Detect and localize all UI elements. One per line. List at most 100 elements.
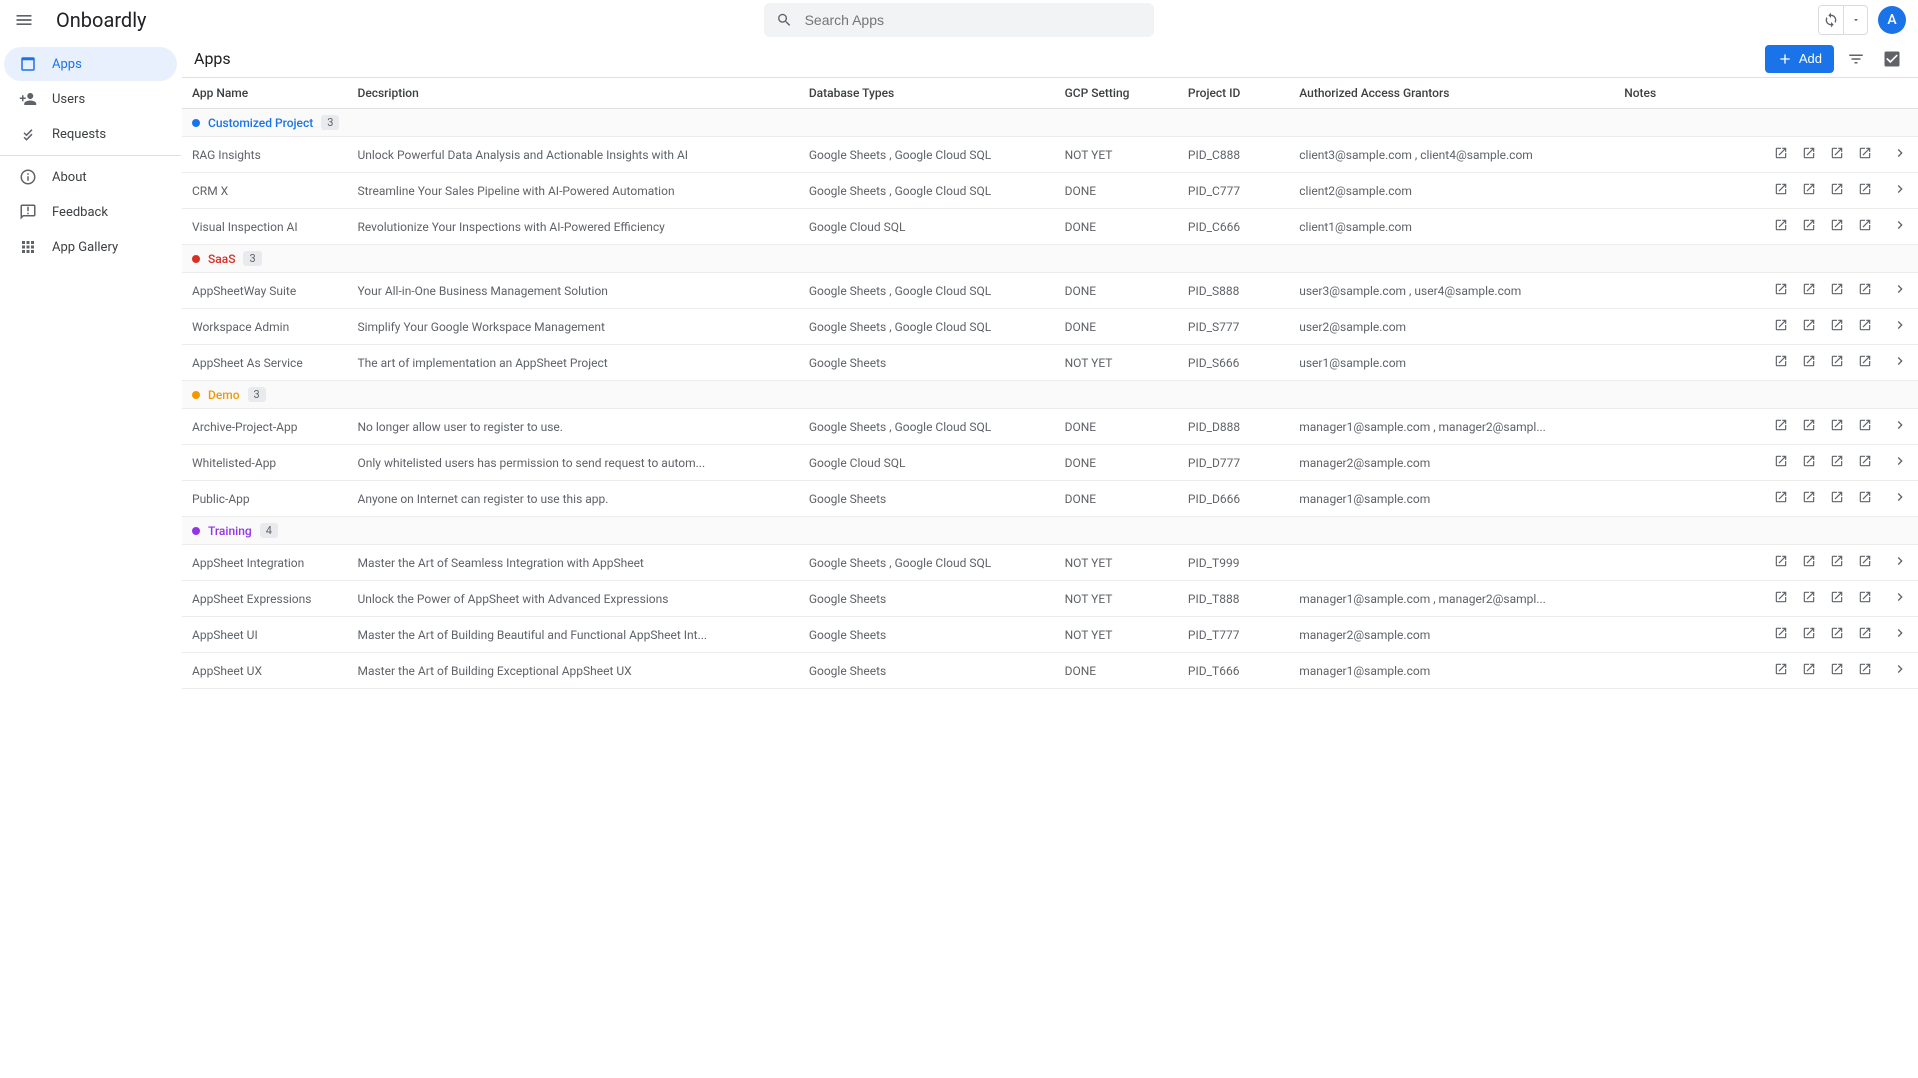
- table-row[interactable]: Workspace AdminSimplify Your Google Work…: [182, 309, 1918, 345]
- table-row[interactable]: RAG InsightsUnlock Powerful Data Analysi…: [182, 137, 1918, 173]
- table-row[interactable]: Whitelisted-AppOnly whitelisted users ha…: [182, 445, 1918, 481]
- open-link-icon[interactable]: [1774, 318, 1788, 335]
- open-link-icon[interactable]: [1830, 418, 1844, 435]
- open-link-icon[interactable]: [1774, 282, 1788, 299]
- sidebar-item-requests[interactable]: Requests: [4, 117, 177, 151]
- col-grantors[interactable]: Authorized Access Grantors: [1289, 78, 1614, 109]
- table-row[interactable]: AppSheet UIMaster the Art of Building Be…: [182, 617, 1918, 653]
- open-link-icon[interactable]: [1802, 182, 1816, 199]
- sidebar-item-users[interactable]: Users: [4, 82, 177, 116]
- open-link-icon[interactable]: [1830, 318, 1844, 335]
- open-link-icon[interactable]: [1774, 662, 1788, 679]
- open-link-icon[interactable]: [1858, 554, 1872, 571]
- open-link-icon[interactable]: [1830, 218, 1844, 235]
- open-link-icon[interactable]: [1858, 454, 1872, 471]
- open-link-icon[interactable]: [1830, 590, 1844, 607]
- select-button[interactable]: [1878, 45, 1906, 73]
- chevron-right-icon[interactable]: [1892, 317, 1908, 336]
- open-link-icon[interactable]: [1774, 454, 1788, 471]
- table-row[interactable]: Archive-Project-AppNo longer allow user …: [182, 409, 1918, 445]
- open-link-icon[interactable]: [1802, 662, 1816, 679]
- chevron-right-icon[interactable]: [1892, 145, 1908, 164]
- open-link-icon[interactable]: [1774, 218, 1788, 235]
- chevron-right-icon[interactable]: [1892, 417, 1908, 436]
- open-link-icon[interactable]: [1774, 490, 1788, 507]
- chevron-right-icon[interactable]: [1892, 353, 1908, 372]
- col-project-id[interactable]: Project ID: [1178, 78, 1289, 109]
- sidebar-item-feedback[interactable]: Feedback: [4, 195, 177, 229]
- col-notes[interactable]: Notes: [1614, 78, 1692, 109]
- open-link-icon[interactable]: [1858, 218, 1872, 235]
- open-link-icon[interactable]: [1858, 318, 1872, 335]
- open-link-icon[interactable]: [1830, 554, 1844, 571]
- open-link-icon[interactable]: [1774, 626, 1788, 643]
- sync-button[interactable]: [1819, 6, 1843, 34]
- open-link-icon[interactable]: [1830, 354, 1844, 371]
- add-button[interactable]: Add: [1765, 45, 1834, 73]
- sync-dropdown-button[interactable]: [1843, 6, 1867, 34]
- open-link-icon[interactable]: [1858, 490, 1872, 507]
- table-row[interactable]: CRM XStreamline Your Sales Pipeline with…: [182, 173, 1918, 209]
- open-link-icon[interactable]: [1858, 354, 1872, 371]
- table-row[interactable]: Visual Inspection AIRevolutionize Your I…: [182, 209, 1918, 245]
- open-link-icon[interactable]: [1858, 282, 1872, 299]
- open-link-icon[interactable]: [1830, 626, 1844, 643]
- open-link-icon[interactable]: [1802, 490, 1816, 507]
- filter-button[interactable]: [1842, 45, 1870, 73]
- open-link-icon[interactable]: [1830, 454, 1844, 471]
- sidebar-item-app-gallery[interactable]: App Gallery: [4, 230, 177, 264]
- open-link-icon[interactable]: [1774, 554, 1788, 571]
- open-link-icon[interactable]: [1774, 182, 1788, 199]
- open-link-icon[interactable]: [1774, 590, 1788, 607]
- group-row[interactable]: SaaS3: [182, 245, 1918, 273]
- open-link-icon[interactable]: [1858, 182, 1872, 199]
- table-row[interactable]: AppSheet IntegrationMaster the Art of Se…: [182, 545, 1918, 581]
- chevron-right-icon[interactable]: [1892, 453, 1908, 472]
- group-row[interactable]: Demo3: [182, 381, 1918, 409]
- open-link-icon[interactable]: [1774, 354, 1788, 371]
- open-link-icon[interactable]: [1802, 454, 1816, 471]
- open-link-icon[interactable]: [1830, 182, 1844, 199]
- open-link-icon[interactable]: [1774, 418, 1788, 435]
- sidebar-item-about[interactable]: About: [4, 160, 177, 194]
- table-row[interactable]: AppSheet ExpressionsUnlock the Power of …: [182, 581, 1918, 617]
- chevron-right-icon[interactable]: [1892, 281, 1908, 300]
- open-link-icon[interactable]: [1858, 418, 1872, 435]
- open-link-icon[interactable]: [1802, 626, 1816, 643]
- table-row[interactable]: Public-AppAnyone on Internet can registe…: [182, 481, 1918, 517]
- open-link-icon[interactable]: [1830, 146, 1844, 163]
- chevron-right-icon[interactable]: [1892, 217, 1908, 236]
- chevron-right-icon[interactable]: [1892, 625, 1908, 644]
- open-link-icon[interactable]: [1830, 490, 1844, 507]
- open-link-icon[interactable]: [1830, 662, 1844, 679]
- open-link-icon[interactable]: [1858, 626, 1872, 643]
- open-link-icon[interactable]: [1858, 662, 1872, 679]
- open-link-icon[interactable]: [1802, 590, 1816, 607]
- open-link-icon[interactable]: [1802, 282, 1816, 299]
- open-link-icon[interactable]: [1858, 146, 1872, 163]
- table-row[interactable]: AppSheetWay SuiteYour All-in-One Busines…: [182, 273, 1918, 309]
- group-row[interactable]: Customized Project3: [182, 109, 1918, 137]
- col-gcp-setting[interactable]: GCP Setting: [1055, 78, 1178, 109]
- group-row[interactable]: Training4: [182, 517, 1918, 545]
- open-link-icon[interactable]: [1802, 218, 1816, 235]
- open-link-icon[interactable]: [1802, 354, 1816, 371]
- open-link-icon[interactable]: [1774, 146, 1788, 163]
- open-link-icon[interactable]: [1802, 318, 1816, 335]
- table-row[interactable]: AppSheet UXMaster the Art of Building Ex…: [182, 653, 1918, 689]
- menu-icon[interactable]: [12, 8, 36, 32]
- col-description[interactable]: Decsription: [347, 78, 798, 109]
- open-link-icon[interactable]: [1802, 418, 1816, 435]
- chevron-right-icon[interactable]: [1892, 181, 1908, 200]
- open-link-icon[interactable]: [1802, 146, 1816, 163]
- sidebar-item-apps[interactable]: Apps: [4, 47, 177, 81]
- col-database-types[interactable]: Database Types: [799, 78, 1055, 109]
- open-link-icon[interactable]: [1858, 590, 1872, 607]
- search-input[interactable]: [805, 12, 1142, 28]
- search-box[interactable]: [764, 3, 1154, 37]
- chevron-right-icon[interactable]: [1892, 553, 1908, 572]
- chevron-right-icon[interactable]: [1892, 661, 1908, 680]
- open-link-icon[interactable]: [1802, 554, 1816, 571]
- chevron-right-icon[interactable]: [1892, 589, 1908, 608]
- col-app-name[interactable]: App Name: [182, 78, 347, 109]
